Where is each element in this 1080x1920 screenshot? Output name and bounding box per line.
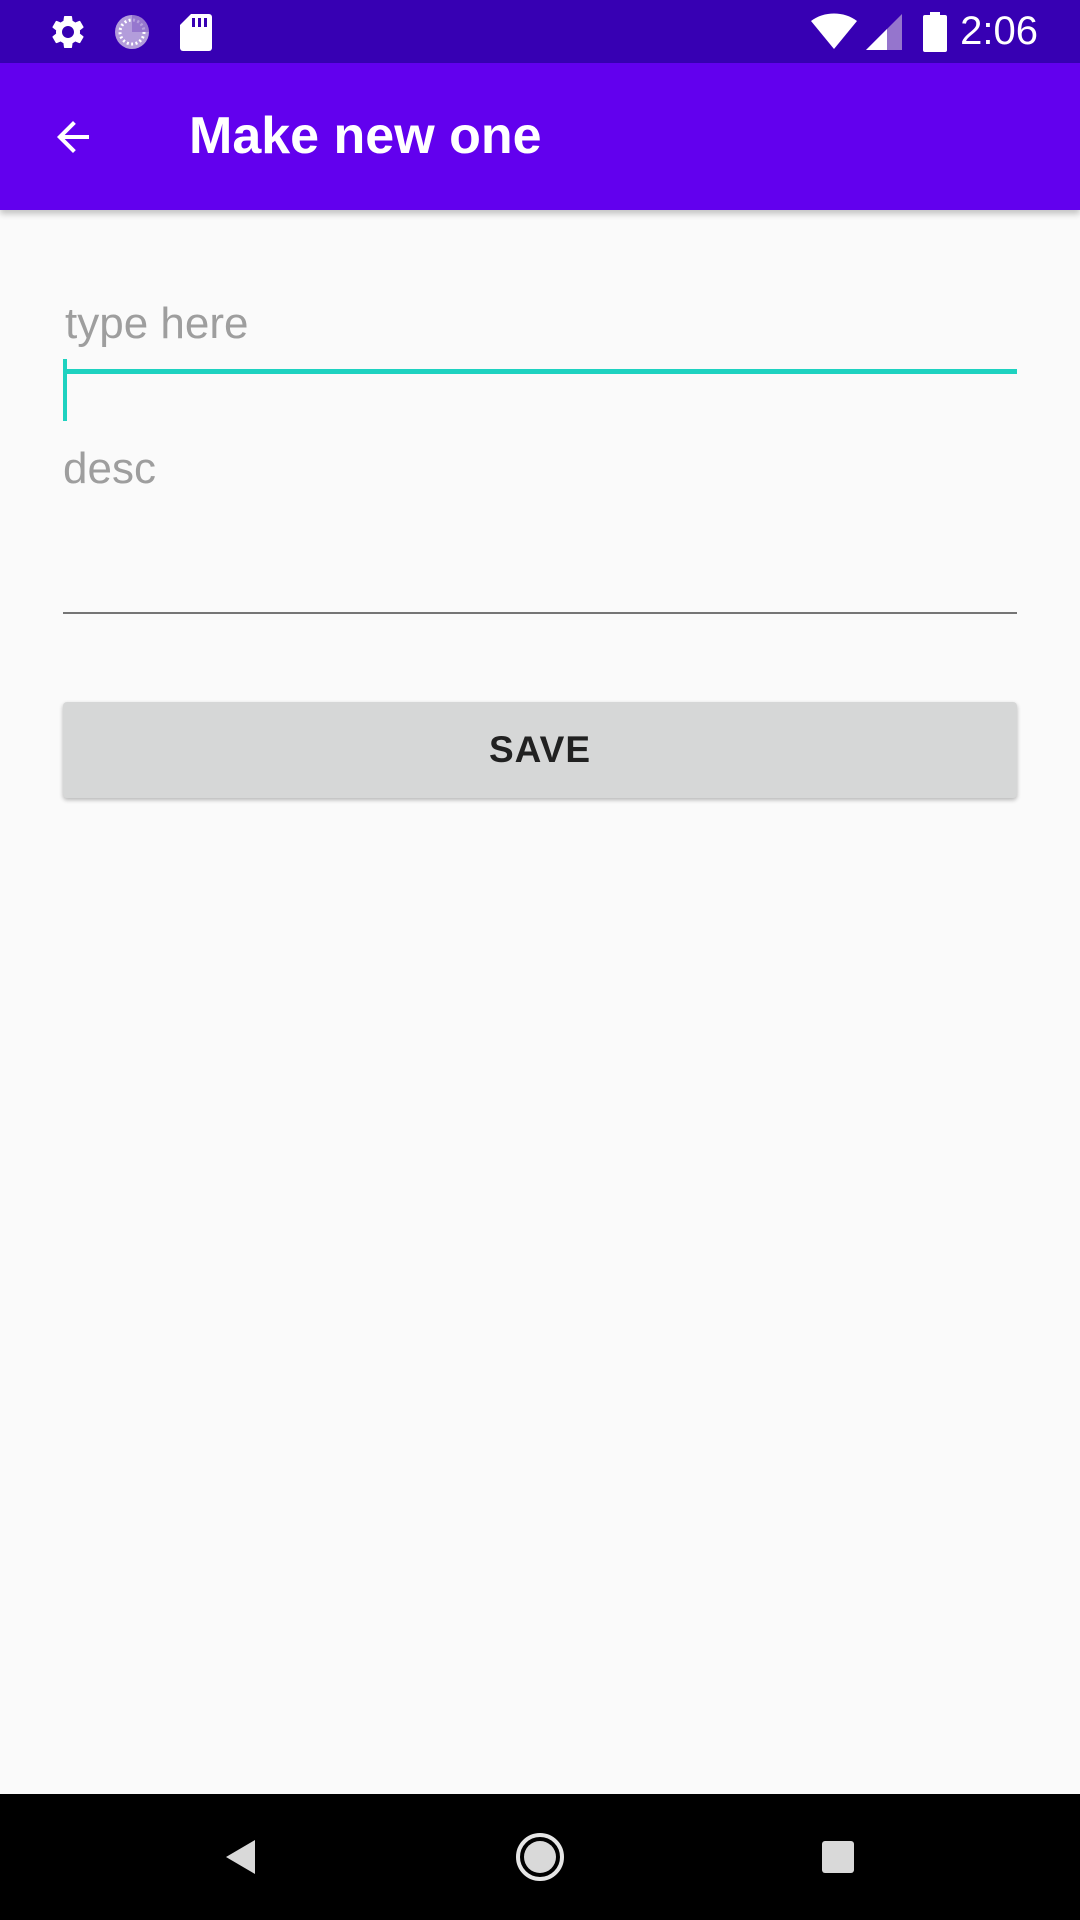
arrow-back-icon <box>57 121 89 153</box>
desc-field[interactable] <box>63 415 1017 614</box>
title-input[interactable] <box>63 280 1017 368</box>
page-title: Make new one <box>189 107 542 165</box>
wifi-icon <box>808 0 860 63</box>
desc-input[interactable] <box>63 415 1017 605</box>
text-cursor <box>63 359 67 421</box>
recents-icon <box>822 1841 854 1873</box>
back-button[interactable] <box>30 94 116 180</box>
home-icon <box>516 1833 564 1881</box>
status-bar: 2:06 <box>0 0 1080 63</box>
screen: 2:06 Make new one SAVE <box>0 0 1080 1920</box>
settings-icon <box>44 0 92 63</box>
form-content: SAVE <box>0 210 1080 1794</box>
sd-card-icon <box>172 0 220 63</box>
nav-back-button[interactable] <box>170 1794 310 1920</box>
cell-signal-icon <box>862 0 906 63</box>
navigation-bar <box>0 1794 1080 1920</box>
nav-home-button[interactable] <box>470 1794 610 1920</box>
app-bar: Make new one <box>0 63 1080 210</box>
battery-icon <box>918 0 952 63</box>
nav-recents-button[interactable] <box>768 1794 908 1920</box>
title-field[interactable] <box>63 280 1017 421</box>
status-time: 2:06 <box>960 9 1038 53</box>
back-icon <box>226 1840 255 1874</box>
save-button[interactable]: SAVE <box>63 702 1017 798</box>
sync-icon <box>108 0 156 63</box>
